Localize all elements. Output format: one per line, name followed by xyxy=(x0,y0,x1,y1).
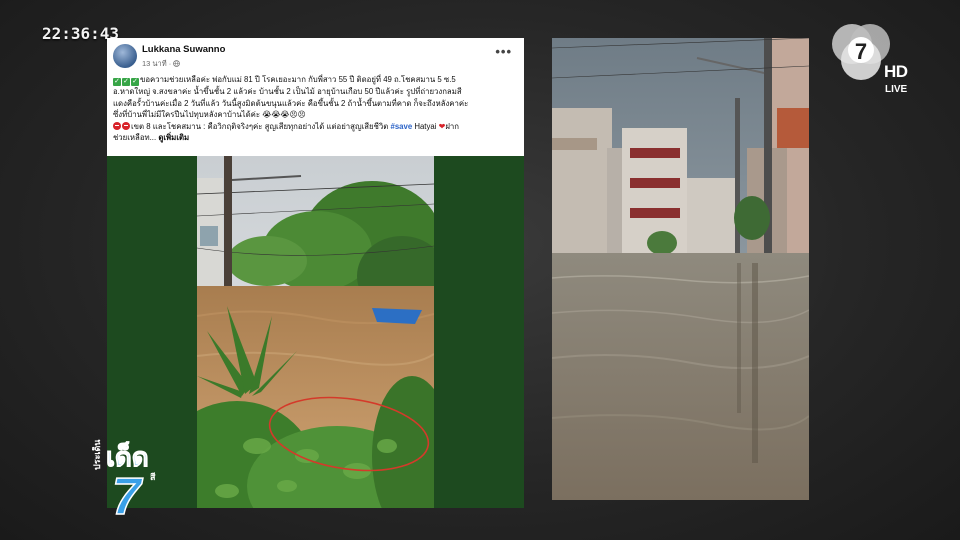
post-text-2: อ.หาดใหญ่ จ.สงขลาค่ะ น้ำขึ้นชั้น 2 แล้วค… xyxy=(113,87,462,96)
globe-icon xyxy=(173,60,181,67)
post-line-6: ช่วยเหลือท... ดูเพิ่มเติม xyxy=(113,132,518,144)
post-place: Hatyai xyxy=(412,121,439,131)
see-more-link[interactable]: ดูเพิ่มเติม xyxy=(158,133,189,142)
live-badge: LIVE xyxy=(885,84,908,95)
program-logo: ประเด็น เด็ด 7 สี xyxy=(92,439,156,516)
post-body: ✓ ✓ ✓ ขอความช่วยเหลือค่ะ พ่อกับแม่ 81 ปี โร… xyxy=(113,74,518,144)
post-text-5b: ฝาก xyxy=(445,121,459,131)
post-time-label: 13 นาที · xyxy=(142,59,174,68)
post-text-6: ช่วยเหลือท... xyxy=(113,133,159,143)
no-entry-icon xyxy=(122,121,130,130)
post-line-5: เขต 8 และโชคสมาน : คือวิกฤติจริงๆค่ะ สูญ… xyxy=(113,121,518,133)
hashtag-link[interactable]: #save xyxy=(390,122,412,131)
post-time: 13 นาที · xyxy=(142,58,181,70)
post-text-1: ขอความช่วยเหลือค่ะ พ่อกับแม่ 81 ปี โรคเย… xyxy=(140,75,456,84)
program-logo-seven: 7 xyxy=(112,468,143,516)
channel-7-numeral: 7 xyxy=(855,39,867,64)
flood-photo-backyard xyxy=(197,156,434,508)
check-icon: ✓ xyxy=(122,78,130,86)
no-entry-icon xyxy=(113,121,121,130)
post-line-1: ✓ ✓ ✓ ขอความช่วยเหลือค่ะ พ่อกับแม่ 81 ปี โร… xyxy=(113,74,518,86)
post-author[interactable]: Lukkana Suwanno xyxy=(142,44,225,55)
check-icon: ✓ xyxy=(131,78,139,86)
author-avatar[interactable] xyxy=(113,44,137,68)
flood-photo-street xyxy=(552,38,809,500)
post-text-3: แดงคือรั้วบ้านค่ะเมื่อ 2 วันที่แล้ว วันน… xyxy=(113,98,469,108)
check-icon: ✓ xyxy=(113,78,121,86)
program-logo-text-top: ประเด็น xyxy=(92,439,102,470)
post-more-options-icon[interactable]: ••• xyxy=(495,44,512,59)
facebook-post-panel: Lukkana Suwanno 13 นาที · ••• ✓ ✓ ✓ ขอความช… xyxy=(107,38,524,508)
program-logo-suffix: สี xyxy=(149,472,156,482)
post-header: Lukkana Suwanno 13 นาที · ••• ✓ ✓ ✓ ขอความช… xyxy=(107,38,524,156)
post-text-5: เขต 8 และโชคสมาน : คือวิกฤติจริงๆค่ะ สูญ… xyxy=(131,121,391,131)
hd-badge: HD xyxy=(884,62,908,81)
post-text-4: ซึ่งที่บ้านพี่ไม่มีใครปีนไปทุบหลังคาบ้าน… xyxy=(113,110,306,120)
